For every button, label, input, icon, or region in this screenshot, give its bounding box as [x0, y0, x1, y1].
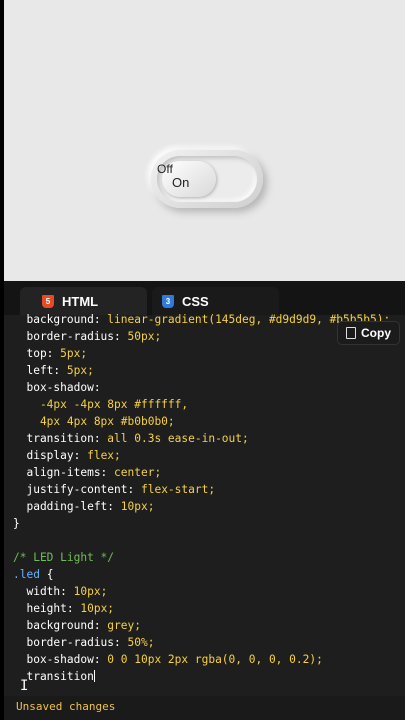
- code-line: display: flex;: [13, 449, 121, 462]
- code-line: padding-left: 10px;: [13, 500, 155, 513]
- code-line: 4px 4px 8px #b0b0b0;: [13, 415, 175, 428]
- code-line: justify-content: flex-start;: [13, 483, 216, 496]
- text-caret: [93, 670, 95, 682]
- code-line: background: linear-gradient(145deg, #d9d…: [13, 313, 391, 326]
- code-line: transition: all 0.3s ease-in-out;: [13, 432, 249, 445]
- editor-tab-bar: 5 HTML 3 CSS: [4, 281, 405, 315]
- code-line: .led {: [13, 568, 54, 581]
- html5-icon: 5: [42, 294, 54, 308]
- code-line: }: [13, 517, 20, 530]
- css3-icon: 3: [162, 294, 174, 308]
- code-line: align-items: center;: [13, 466, 162, 479]
- code-line: width: 10px;: [13, 585, 108, 598]
- preview-pane: Off On: [4, 0, 405, 281]
- clipboard-icon: [346, 327, 356, 339]
- copy-button-label: Copy: [361, 326, 391, 340]
- toggle-switch[interactable]: [151, 150, 263, 208]
- status-bar: Unsaved changes: [4, 696, 405, 720]
- copy-button[interactable]: Copy: [337, 321, 400, 345]
- toggle-off-label: Off: [157, 162, 173, 176]
- code-line: /* LED Light */: [13, 551, 115, 564]
- toggle-on-label: On: [172, 175, 190, 190]
- code-line: box-shadow: 0 0 10px 2px rgba(0, 0, 0, 0…: [13, 653, 323, 666]
- status-text: Unsaved changes: [16, 700, 116, 713]
- code-line: border-radius: 50px;: [13, 330, 162, 343]
- text-cursor-icon: I: [20, 678, 29, 694]
- code-line: border-radius: 50%;: [13, 636, 155, 649]
- code-line: left: 5px;: [13, 364, 94, 377]
- code-editor[interactable]: 5 HTML 3 CSS background: linear-gradient…: [4, 281, 405, 720]
- code-line: top: 5px;: [13, 347, 88, 360]
- code-line: box-shadow:: [13, 381, 101, 394]
- code-line: transition: [13, 670, 95, 683]
- tab-html-label: HTML: [62, 293, 99, 309]
- code-line: background: grey;: [13, 619, 141, 632]
- tab-css-label: CSS: [182, 293, 209, 309]
- code-content[interactable]: background: linear-gradient(145deg, #d9d…: [13, 311, 390, 685]
- code-line: height: 10px;: [13, 602, 115, 615]
- code-line: -4px -4px 8px #ffffff,: [13, 398, 189, 411]
